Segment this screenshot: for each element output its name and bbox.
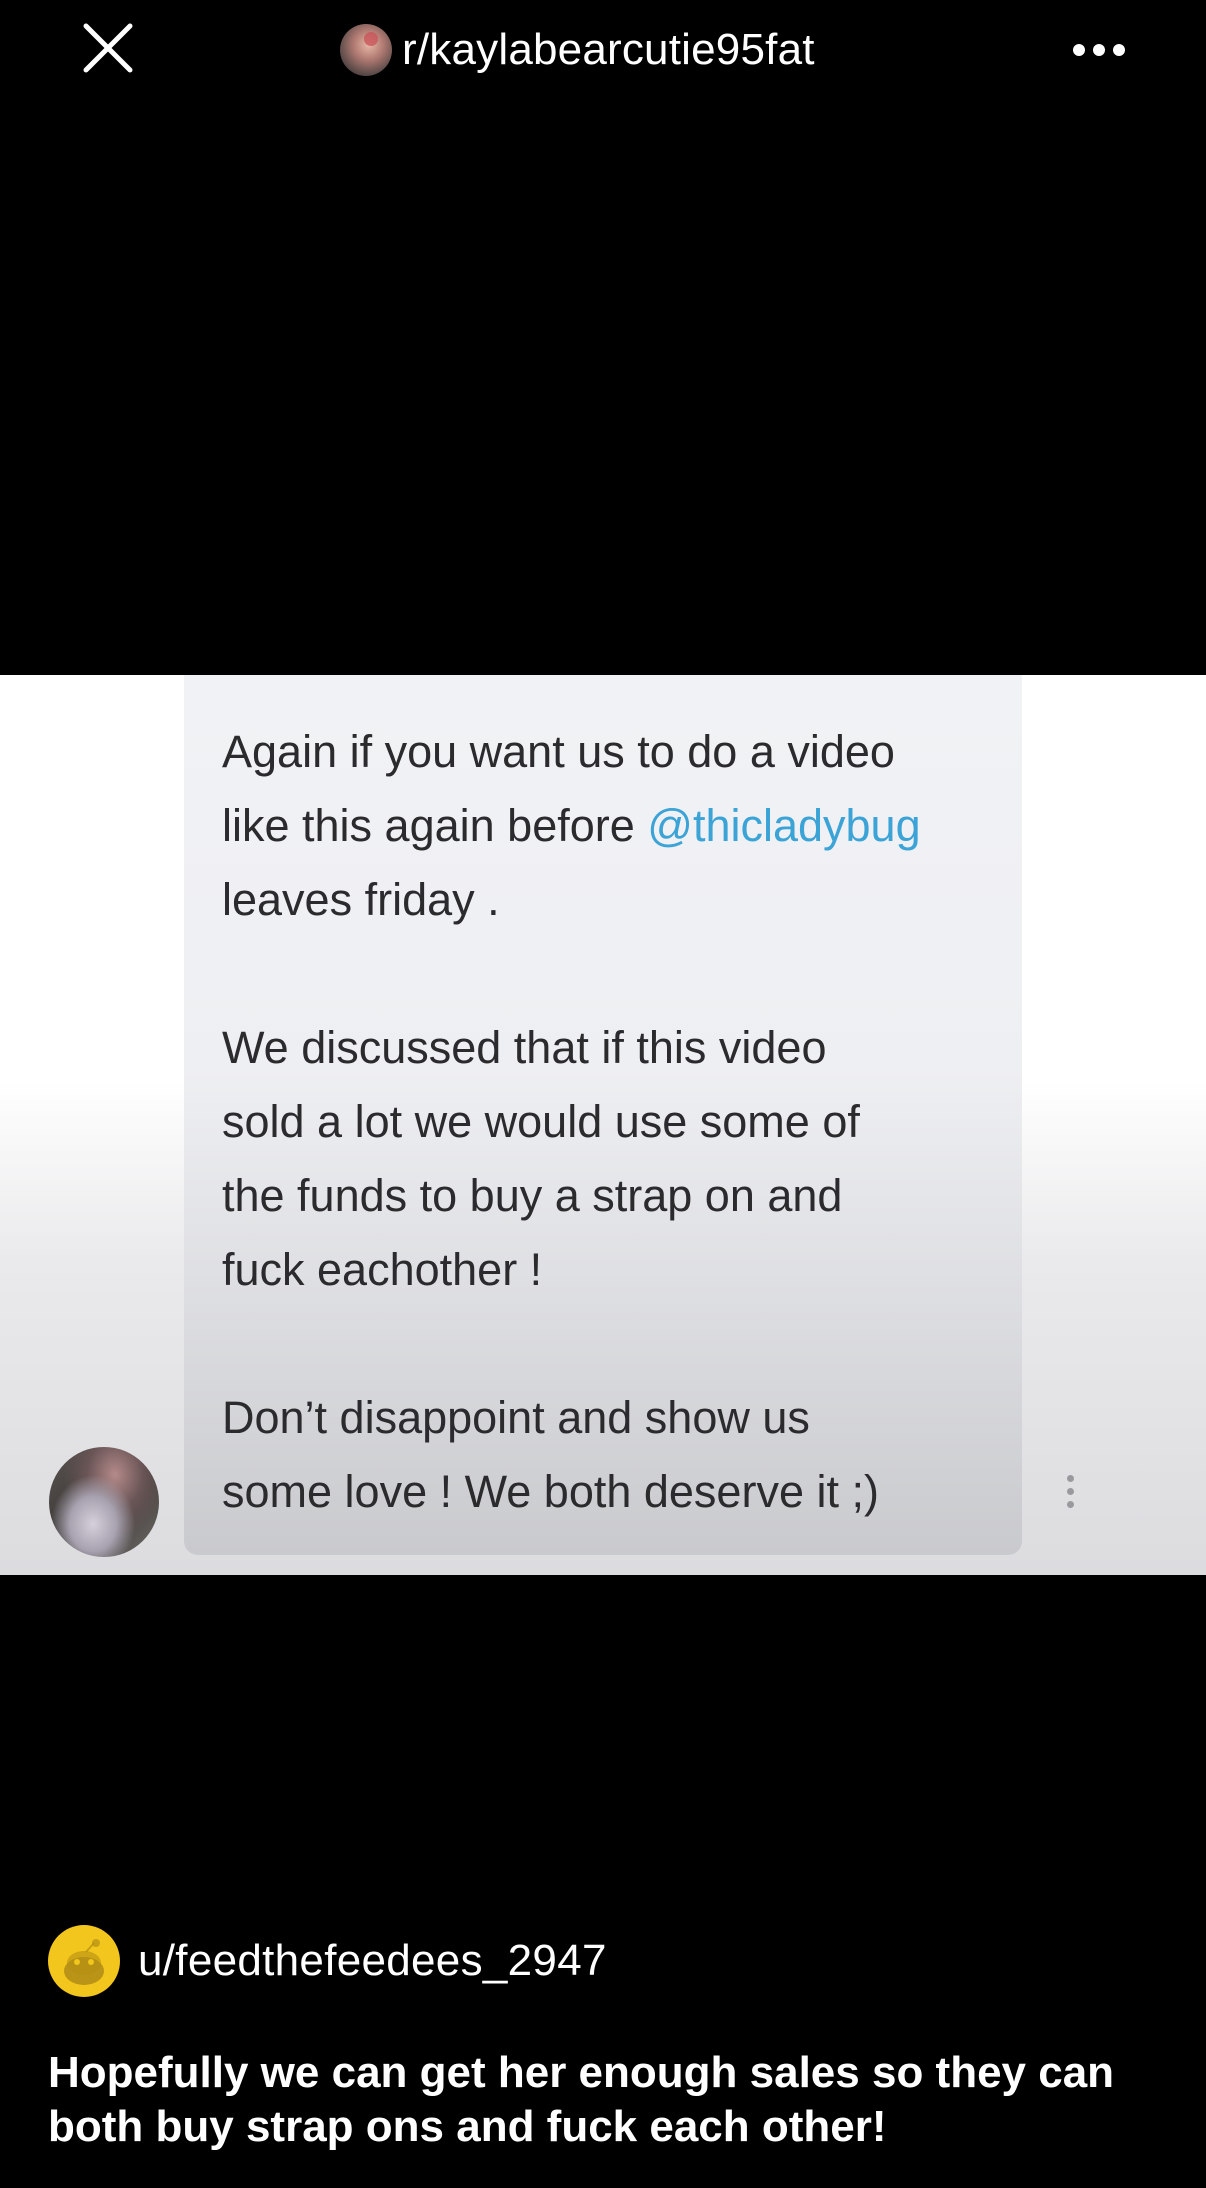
author-avatar <box>48 1925 120 1997</box>
post-image[interactable]: Again if you want us to do a video like … <box>0 675 1206 1575</box>
message-paragraph-2: We discussed that if this video sold a l… <box>222 1022 860 1295</box>
more-options-button[interactable] <box>1066 30 1136 70</box>
close-button[interactable] <box>78 22 138 78</box>
post-title: Hopefully we can get her enough sales so… <box>48 2048 1115 2151</box>
sender-avatar <box>49 1447 159 1557</box>
message-bubble: Again if you want us to do a video like … <box>184 675 1022 1555</box>
mention-link: @thicladybug <box>647 800 921 851</box>
author-username: u/feedthefeedees_2947 <box>138 1936 607 1985</box>
message-paragraph-3: Don’t disappoint and show us some love !… <box>222 1392 879 1517</box>
snoo-avatar-icon <box>64 1939 104 1985</box>
subreddit-link[interactable]: r/kaylabearcutie95fat <box>340 20 815 80</box>
subreddit-avatar <box>340 24 392 76</box>
subreddit-name: r/kaylabearcutie95fat <box>402 25 815 74</box>
top-bar: r/kaylabearcutie95fat <box>0 0 1206 100</box>
close-icon <box>83 23 133 73</box>
more-horizontal-icon <box>1073 44 1125 56</box>
more-vertical-icon <box>1060 1475 1080 1519</box>
message-text: Again if you want us to do a video like … <box>222 715 1012 1529</box>
message-text-part: leaves friday . <box>222 874 500 925</box>
message-paragraph-1: Again if you want us to do a video like … <box>222 715 1012 937</box>
post-author[interactable]: u/feedthefeedees_2947 <box>48 1924 607 1998</box>
